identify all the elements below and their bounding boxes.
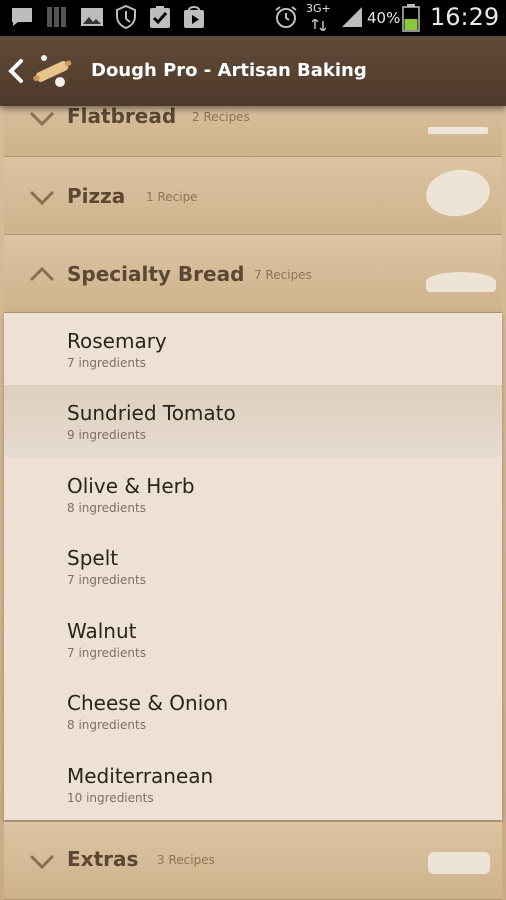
data-arrows-icon [312, 19, 326, 31]
group-count: 3 Recipes [157, 853, 215, 867]
recipe-name: Spelt [67, 546, 119, 570]
chevron-down-icon [29, 190, 55, 206]
group-count: 7 Recipes [254, 268, 312, 282]
recipe-name: Rosemary [67, 329, 167, 353]
group-count: 1 Recipe [146, 190, 198, 204]
recipe-name: Cheese & Onion [67, 691, 229, 715]
network-type-label: 3G+ [306, 2, 331, 15]
signal-bars-icon [47, 7, 66, 27]
group-header-specialty-bread[interactable]: Specialty Bread 7 Recipes [4, 235, 502, 313]
recipe-ingredient-count: 7 ingredients [67, 646, 146, 660]
clipboard-check-icon [150, 6, 170, 28]
flatbread-thumbnail [428, 127, 488, 134]
group-header-pizza[interactable]: Pizza 1 Recipe [4, 157, 502, 235]
recipe-item[interactable]: Cheese & Onion 8 ingredients [4, 675, 502, 747]
recipe-item[interactable]: Walnut 7 ingredients [4, 603, 502, 675]
group-header-flatbread[interactable]: Flatbread 2 Recipes [4, 106, 502, 157]
recipe-item[interactable]: Sundried Tomato 9 ingredients [4, 385, 502, 457]
group-title: Specialty Bread [67, 262, 245, 286]
recipe-name: Olive & Herb [67, 474, 195, 498]
app-title: Dough Pro - Artisan Baking [91, 60, 367, 81]
battery-icon [402, 4, 420, 32]
rolling-pin-logo[interactable] [32, 50, 74, 90]
image-icon [81, 8, 103, 26]
clock: 16:29 [430, 3, 500, 31]
recipe-ingredient-count: 8 ingredients [67, 718, 146, 732]
recipe-item[interactable]: Rosemary 7 ingredients [4, 313, 502, 385]
shield-icon [116, 5, 136, 29]
group-title: Pizza [67, 184, 126, 208]
group-count: 2 Recipes [192, 110, 250, 124]
recipe-item[interactable]: Olive & Herb 8 ingredients [4, 458, 502, 530]
chevron-down-icon [29, 854, 55, 870]
recipe-ingredient-count: 9 ingredients [67, 428, 146, 442]
recipe-name: Walnut [67, 619, 137, 643]
recipe-ingredient-count: 10 ingredients [67, 791, 154, 805]
recipe-category-list[interactable]: Flatbread 2 Recipes Pizza 1 Recipe Speci… [0, 106, 506, 900]
recipe-name: Mediterranean [67, 764, 214, 788]
recipe-ingredient-count: 7 ingredients [67, 356, 146, 370]
cell-signal-icon [342, 7, 362, 27]
recipe-item[interactable]: Spelt 7 ingredients [4, 530, 502, 602]
group-header-extras[interactable]: Extras 3 Recipes [4, 822, 502, 900]
pizza-thumbnail [423, 165, 493, 221]
alarm-icon [275, 6, 297, 28]
status-bar: 3G+ 40% 16:29 [0, 0, 506, 36]
recipe-name: Sundried Tomato [67, 401, 236, 425]
chevron-down-icon [29, 111, 55, 127]
chevron-up-icon [29, 266, 55, 282]
action-bar: Dough Pro - Artisan Baking [0, 36, 506, 106]
recipe-item[interactable]: Mediterranean 10 ingredients [4, 748, 502, 820]
extras-thumbnail [428, 852, 490, 874]
specialty-bread-thumbnail [426, 272, 496, 292]
battery-percent: 40% [367, 9, 401, 27]
group-title: Extras [67, 847, 139, 871]
play-store-icon [184, 6, 204, 28]
recipe-ingredient-count: 7 ingredients [67, 573, 146, 587]
recipe-ingredient-count: 8 ingredients [67, 501, 146, 515]
back-chevron-icon[interactable] [6, 58, 26, 84]
message-icon [12, 8, 32, 26]
group-title: Flatbread [67, 106, 177, 128]
